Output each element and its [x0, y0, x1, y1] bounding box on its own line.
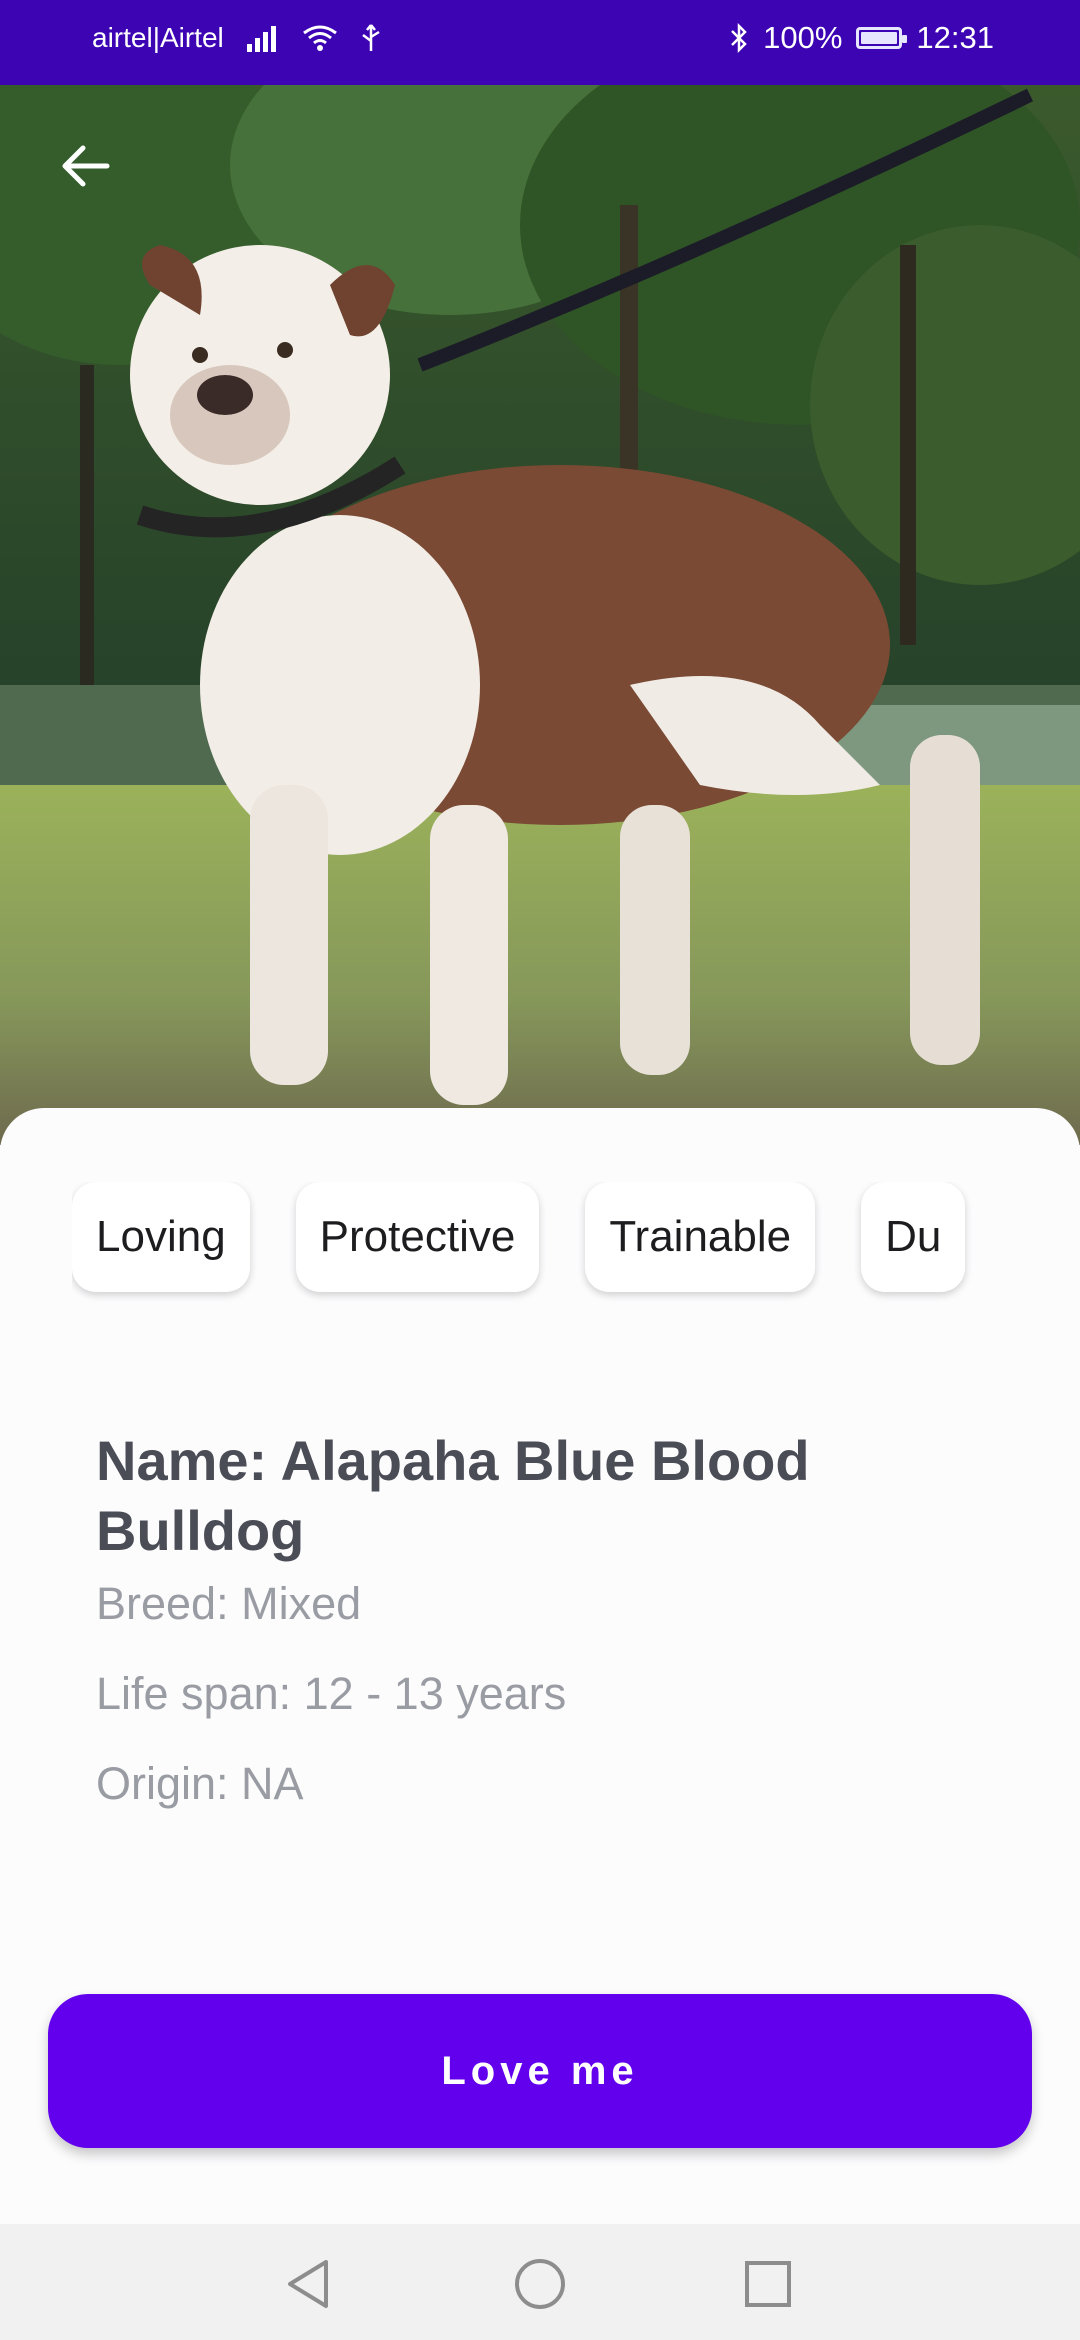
origin: Origin: NA [96, 1758, 304, 1809]
chip-dutiful[interactable]: Du [861, 1182, 966, 1292]
arrow-left-icon [62, 145, 110, 187]
usb-icon [362, 24, 380, 51]
square-recents-icon [745, 2261, 791, 2307]
breed-group: Breed: Mixed [96, 1578, 362, 1629]
bluetooth-icon [731, 22, 747, 54]
temperament-chips[interactable]: Loving Protective Trainable Du [72, 1182, 1032, 1302]
status-left: airtel|Airtel [92, 22, 382, 54]
breed-photo [0, 85, 1080, 1145]
wifi-icon [302, 25, 337, 51]
nav-home-button[interactable] [508, 2252, 572, 2316]
status-right: 100% 12:31 [729, 20, 994, 56]
life-span: Life span: 12 - 13 years [96, 1668, 567, 1719]
status-bar: airtel|Airtel 100% 12:31 [0, 0, 1080, 85]
battery-percent: 100% [763, 20, 843, 55]
love-me-button[interactable]: Love me [48, 1994, 1032, 2148]
back-button[interactable] [48, 130, 120, 202]
chip-trainable[interactable]: Trainable [585, 1182, 816, 1292]
system-nav-bar [0, 2224, 1080, 2340]
carrier-label: airtel|Airtel [92, 22, 224, 53]
nav-recents-button[interactable] [736, 2252, 800, 2316]
battery-icon [856, 27, 908, 49]
triangle-back-icon [288, 2260, 328, 2308]
chip-loving[interactable]: Loving [72, 1182, 250, 1292]
signal-icon [246, 26, 276, 52]
dog-photo [0, 85, 1080, 1145]
battery-fill [861, 32, 898, 44]
nav-back-button[interactable] [276, 2252, 340, 2316]
details-sheet: Loving Protective Trainable Du Name: Ala… [0, 1108, 1080, 2224]
chip-protective[interactable]: Protective [295, 1182, 540, 1292]
breed-name: Name: Alapaha Blue Blood Bulldog [96, 1429, 810, 1562]
circle-home-icon [515, 2259, 565, 2309]
clock: 12:31 [916, 20, 994, 55]
